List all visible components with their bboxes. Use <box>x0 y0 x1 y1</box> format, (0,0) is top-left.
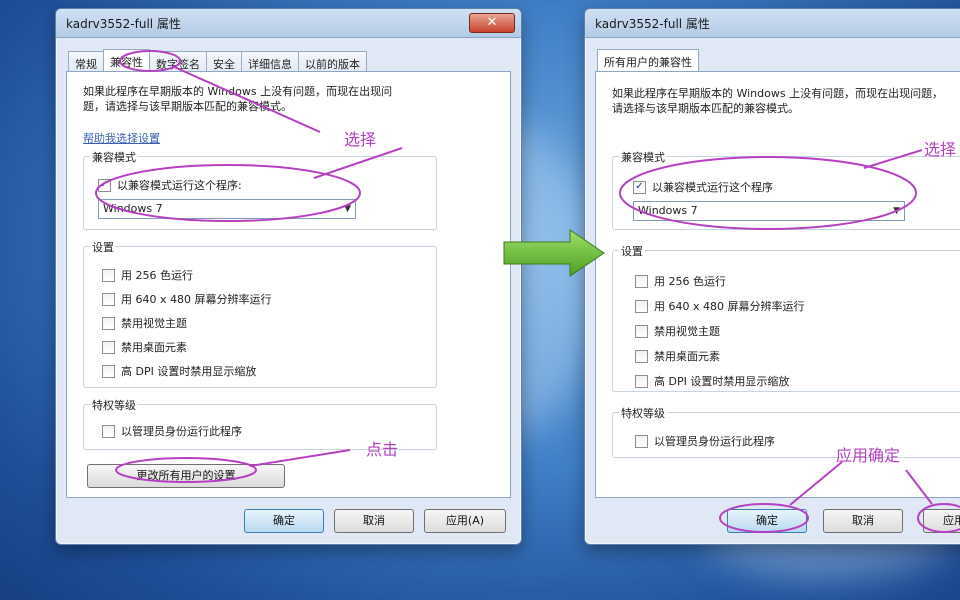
annotation-circle <box>917 503 960 533</box>
annotation-circle <box>719 503 809 533</box>
annotation-line <box>249 449 351 467</box>
annotation-line <box>789 461 843 506</box>
annotation-line <box>863 149 923 169</box>
annotation-select-right: 选择 <box>924 140 957 159</box>
annotation-select-left: 选择 <box>344 130 377 149</box>
annotation-circle <box>119 50 181 72</box>
annotation-apply-confirm: 应用确定 <box>836 446 901 465</box>
annotation-line <box>313 147 403 179</box>
annotation-circle <box>115 457 257 483</box>
annotation-overlay <box>95 50 960 533</box>
annotation-line <box>171 65 321 133</box>
annotation-circle <box>619 156 917 230</box>
annotation-line <box>905 469 933 505</box>
annotation-circle <box>95 164 361 222</box>
annotation-click-left: 点击 <box>366 440 399 459</box>
